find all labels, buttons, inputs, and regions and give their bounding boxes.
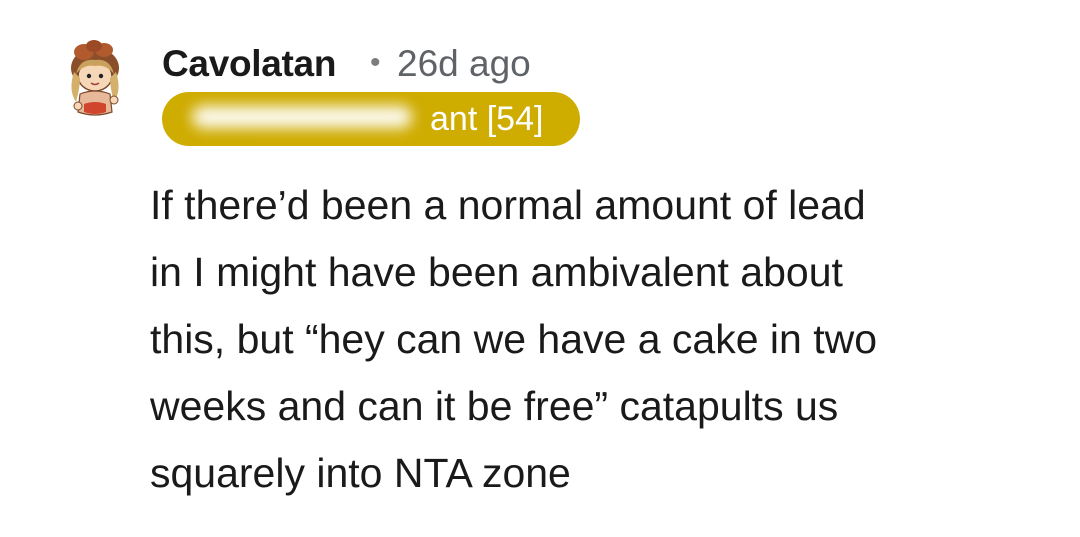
comment-timestamp[interactable]: 26d ago (397, 43, 531, 85)
comment-body-line: If there’d been a normal amount of lead (150, 182, 866, 228)
user-flair-text: ant [54] (430, 100, 544, 138)
user-flair-badge: ant [54] (162, 92, 580, 146)
flair-redacted-region (192, 106, 412, 128)
comment-author-username[interactable]: Cavolatan (162, 43, 336, 85)
comment-body-line: squarely into NTA zone (150, 450, 571, 496)
user-avatar-icon[interactable] (62, 38, 128, 122)
comment-body-line: this, but “hey can we have a cake in two (150, 316, 878, 362)
comment-body-line: weeks and can it be free” catapults us (150, 383, 839, 429)
comment-body: If there’d been a normal amount of lead … (150, 172, 1030, 507)
comment-body-line: in I might have been ambivalent about (150, 249, 843, 295)
meta-separator: • (370, 46, 381, 79)
